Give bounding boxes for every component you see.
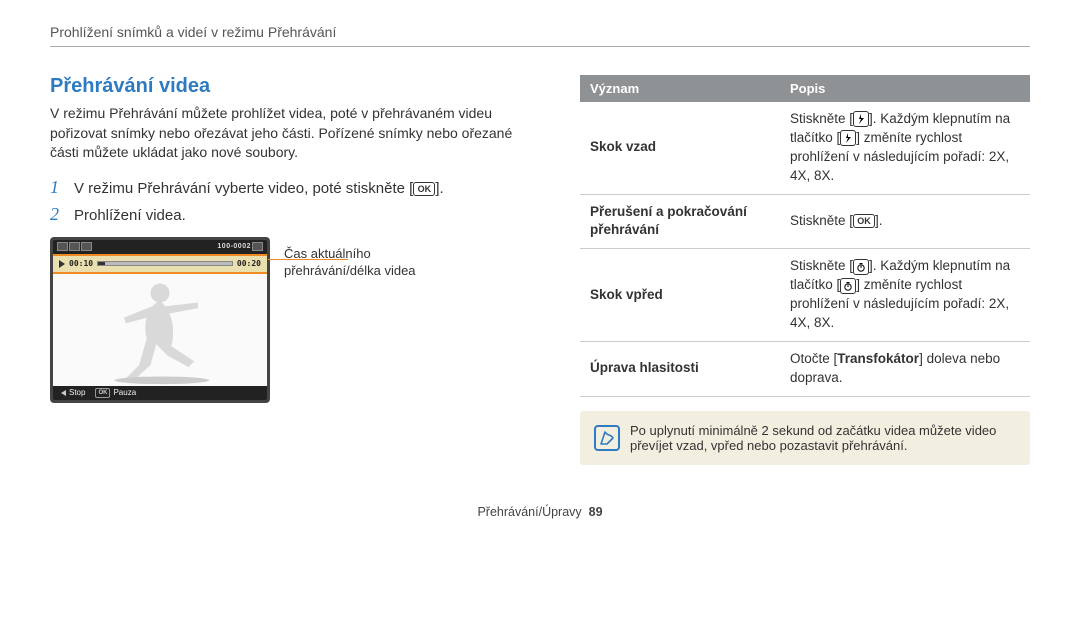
play-icon [59,260,65,268]
timer-key-icon [840,278,856,294]
stop-indicator: Stop [61,388,85,397]
table-row: Skok vzad Stiskněte []. Každým klepnutím… [580,102,1030,194]
file-counter: 100-0002 [217,243,251,250]
row-term: Skok vzad [580,102,780,194]
ok-key-small-icon: OK [95,388,110,398]
step-1: 1 V režimu Přehrávání vyberte video, pot… [50,177,540,198]
table-row: Přerušení a pokračování přehrávání Stisk… [580,194,1030,249]
row-desc: Otočte [Transfokátor] doleva nebo doprav… [780,341,1030,396]
device-screenshot: 100-0002 00:10 00:20 [50,237,270,403]
page-footer: Přehrávání/Úpravy 89 [50,505,1030,519]
row-term: Úprava hlasitosti [580,341,780,396]
step-number: 2 [50,204,74,225]
txt: Stiskněte [ [790,258,853,273]
pause-indicator: OK Pauza [95,388,136,398]
ok-key-icon: OK [853,214,875,228]
flash-key-icon [840,130,856,146]
screenshot-with-caption: 100-0002 00:10 00:20 [50,237,540,403]
shot-topbar: 100-0002 [53,240,267,254]
callout-line [268,259,348,261]
back-icon [61,390,66,396]
section-title: Přehrávání videa [50,75,540,98]
bold-term: Transfokátor [837,351,919,366]
film-icon [57,242,68,251]
step-number: 1 [50,177,74,198]
step-text-suf: ]. [435,180,443,197]
shot-bottombar: Stop OK Pauza [53,386,267,400]
txt: Stiskněte [ [790,111,853,126]
th-desc: Popis [780,75,1030,102]
progress-fill [98,262,105,265]
breadcrumb: Prohlížení snímků a videí v režimu Přehr… [50,24,1030,40]
table-row: Skok vpřed Stiskněte []. Každým klepnutí… [580,249,1030,342]
step-text-pre: V režimu Přehrávání vyberte video, poté … [74,180,413,197]
timer-key-icon [853,259,869,275]
time-total: 00:20 [237,259,261,268]
row-desc: Stiskněte []. Každým klepnutím na tlačít… [780,102,1030,194]
mode-icon [69,242,80,251]
info-note: Po uplynutí minimálně 2 sekund od začátk… [580,411,1030,465]
dancer-silhouette [53,274,267,386]
right-column: Význam Popis Skok vzad Stiskněte []. Kaž… [580,75,1030,465]
pause-label: Pauza [113,388,136,397]
footer-section: Přehrávání/Úpravy [477,505,581,519]
txt: ]. [875,213,883,228]
txt: Otočte [ [790,351,837,366]
stop-label: Stop [69,388,85,397]
intro-paragraph: V režimu Přehrávání můžete prohlížet vid… [50,104,540,163]
step-2: 2 Prohlížení videa. [50,204,540,225]
caption-line-2: přehrávání/délka videa [284,263,416,278]
steps-list: 1 V režimu Přehrávání vyberte video, pot… [50,177,540,225]
txt: Stiskněte [ [790,213,853,228]
screenshot-caption: Čas aktuálního přehrávání/délka videa [284,237,416,403]
controls-table: Význam Popis Skok vzad Stiskněte []. Kaž… [580,75,1030,397]
progress-bar-region: 00:10 00:20 [53,254,267,274]
header-divider [50,46,1030,47]
mode-icon-2 [81,242,92,251]
left-column: Přehrávání videa V režimu Přehrávání můž… [50,75,540,465]
row-term: Přerušení a pokračování přehrávání [580,194,780,249]
step-text: V režimu Přehrávání vyberte video, poté … [74,180,444,197]
battery-icon [252,242,263,251]
table-row: Úprava hlasitosti Otočte [Transfokátor] … [580,341,1030,396]
video-frame [53,274,267,386]
progress-track [97,261,233,266]
info-icon [594,425,620,451]
step-text: Prohlížení videa. [74,207,186,224]
footer-page-number: 89 [589,505,603,519]
note-text: Po uplynutí minimálně 2 sekund od začátk… [630,423,1016,453]
row-term: Skok vpřed [580,249,780,342]
flash-key-icon [853,111,869,127]
row-desc: Stiskněte []. Každým klepnutím na tlačít… [780,249,1030,342]
ok-key-icon: OK [413,182,435,196]
row-desc: Stiskněte [OK]. [780,194,1030,249]
time-current: 00:10 [69,259,93,268]
th-meaning: Význam [580,75,780,102]
